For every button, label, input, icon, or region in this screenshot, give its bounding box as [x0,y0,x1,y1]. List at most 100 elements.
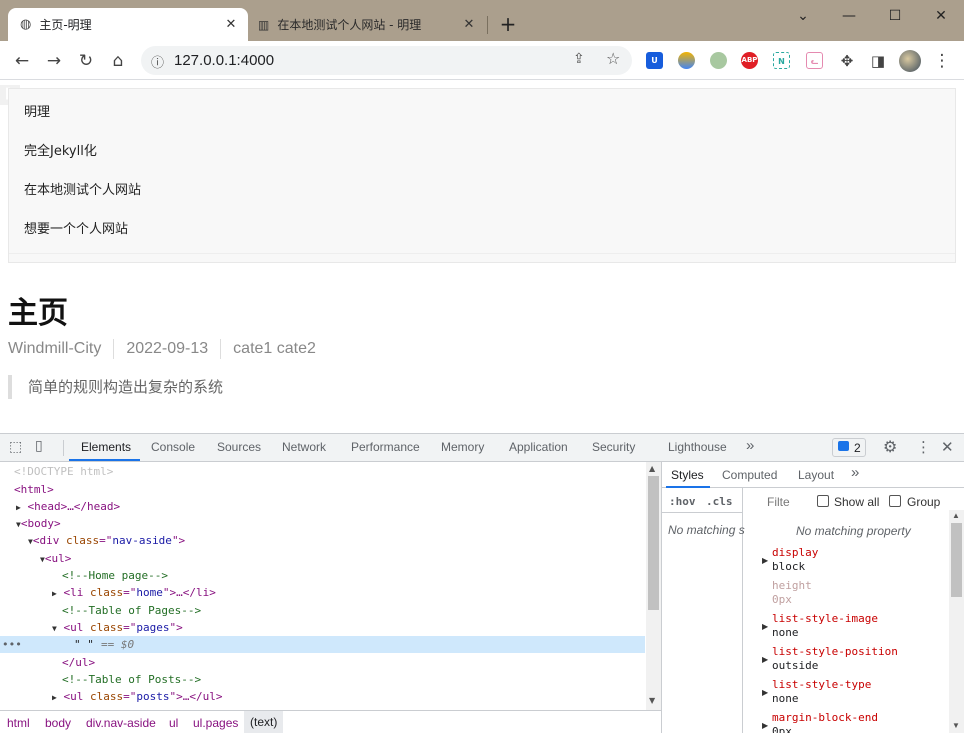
cls-toggle[interactable]: .cls [706,495,733,508]
scrollbar-thumb[interactable] [648,476,659,610]
device-toolbar-icon[interactable]: ▯ [35,438,43,454]
tab-console[interactable]: Console [151,440,195,454]
close-tab-icon[interactable]: ✕ [458,17,480,32]
extensions-puzzle-icon[interactable]: ✥ [835,49,859,73]
dom-scrollbar[interactable]: ▲ ▼ [646,462,661,710]
tab-styles[interactable]: Styles [671,468,704,482]
notion-extension-icon[interactable]: N [773,52,790,69]
collapse-arrow-icon[interactable]: ▼ [52,624,57,633]
shield-extension-icon[interactable] [678,52,695,69]
tab-network[interactable]: Network [282,440,326,454]
dom-node[interactable]: </ul> [62,654,95,671]
dom-node[interactable]: <!--Table of Pages--> [62,602,201,619]
group-checkbox[interactable] [889,495,901,507]
dom-node[interactable]: <!--Table of Posts--> [62,671,201,688]
expand-arrow-icon[interactable]: ▶ [762,622,768,631]
new-tab-button[interactable]: + [498,12,518,36]
crumb-ul-pages[interactable]: ul.pages [193,716,238,730]
expand-arrow-icon[interactable]: ▶ [762,556,768,565]
crumb-div[interactable]: div.nav-aside [86,716,156,730]
minimize-button[interactable]: — [826,4,872,28]
node-menu-icon[interactable]: ••• [2,636,22,653]
settings-gear-icon[interactable]: ⚙ [883,437,897,456]
scroll-down-icon[interactable]: ▼ [952,721,960,730]
bitwarden-icon[interactable]: U [646,52,663,69]
computed-property[interactable]: margin-block-end 0px [772,711,878,733]
share-icon[interactable]: ⇪ [573,51,585,67]
crumb-body[interactable]: body [45,716,71,730]
nav-item-page[interactable]: 完全Jekyll化 [24,140,97,159]
expand-arrow-icon[interactable]: ▶ [762,655,768,664]
post-categories[interactable]: cate1 cate2 [233,340,316,358]
devtools-menu-icon[interactable]: ⋮ [916,438,931,456]
tab-security[interactable]: Security [592,440,635,454]
cat-extension-icon[interactable]: ᓚ [806,52,823,69]
dom-node[interactable]: <!--Home page--> [62,567,168,584]
more-tabs-icon[interactable]: » [746,437,754,454]
author[interactable]: Windmill-City [8,340,101,358]
menu-kebab-icon[interactable]: ⋮ [930,49,954,73]
scroll-down-icon[interactable]: ▼ [649,696,655,705]
dom-node[interactable]: ▶ <ul class="posts">…</ul> [52,688,222,705]
bookmark-star-icon[interactable]: ☆ [606,49,620,68]
inspect-element-icon[interactable]: ⬚ [9,439,22,455]
dom-node[interactable]: ▶ <head>…</head> [16,498,120,515]
expand-arrow-icon[interactable]: ▶ [52,693,57,702]
dom-node[interactable]: ▼<ul> [40,550,71,567]
dom-node[interactable]: ▼<div class="nav-aside"> [28,532,185,549]
dom-node[interactable]: ▼<body> [16,515,61,532]
green-extension-icon[interactable] [710,52,727,69]
tab-computed[interactable]: Computed [722,468,777,482]
computed-property[interactable]: height 0px [772,579,812,607]
tab-performance[interactable]: Performance [351,440,420,454]
tab-home[interactable]: ◍ 主页-明理 ✕ [8,8,248,41]
close-devtools-icon[interactable]: ✕ [941,438,954,456]
computed-scrollbar[interactable]: ▲ ▼ [949,510,964,733]
scrollbar-thumb[interactable] [951,523,962,597]
dom-node[interactable]: ▼ <ul class="pages"> [52,619,183,636]
crumb-text[interactable]: (text) [244,711,284,733]
more-tabs-icon[interactable]: » [851,464,859,481]
computed-property[interactable]: list-style-position outside [772,645,898,673]
close-window-button[interactable]: ✕ [918,4,964,28]
hov-toggle[interactable]: :hov [669,495,696,508]
tab-elements[interactable]: Elements [81,440,131,454]
scroll-up-icon[interactable]: ▲ [649,464,655,473]
dom-node[interactable]: <html> [14,481,54,498]
computed-property[interactable]: list-style-type none [772,678,871,706]
forward-icon[interactable]: → [42,49,66,73]
computed-property[interactable]: list-style-image none [772,612,878,640]
tab-sources[interactable]: Sources [217,440,261,454]
address-bar[interactable]: ⓘ 127.0.0.1:4000 ⇪ ☆ [141,46,632,75]
dom-node[interactable]: <!DOCTYPE html> [14,463,113,480]
nav-item-post[interactable]: 想要一个个人网站 [24,218,128,237]
site-info-icon[interactable]: ⓘ [151,52,164,71]
nav-item-post[interactable]: 在本地测试个人网站 [24,179,141,198]
expand-arrow-icon[interactable]: ▶ [762,688,768,697]
dom-node[interactable]: ▶ <li class="home">…</li> [52,584,216,601]
crumb-ul[interactable]: ul [169,716,178,730]
reload-icon[interactable]: ↻ [74,49,98,73]
expand-arrow-icon[interactable]: ▶ [52,589,57,598]
profile-avatar[interactable] [899,50,921,72]
computed-property[interactable]: display block [772,546,818,574]
scroll-up-icon[interactable]: ▲ [952,511,960,520]
tab-local-test[interactable]: ▥ 在本地测试个人网站 - 明理 ✕ [250,8,486,41]
tab-application[interactable]: Application [509,440,568,454]
expand-arrow-icon[interactable]: ▶ [762,721,768,730]
tab-search-icon[interactable]: ⌄ [780,4,826,28]
side-panel-icon[interactable]: ◨ [866,49,890,73]
nav-item-home[interactable]: 明理 [24,101,50,120]
expand-arrow-icon[interactable]: ▶ [16,503,21,512]
maximize-button[interactable]: ☐ [872,4,918,28]
tab-memory[interactable]: Memory [441,440,484,454]
back-icon[interactable]: ← [10,49,34,73]
show-all-checkbox[interactable] [817,495,829,507]
crumb-html[interactable]: html [7,716,30,730]
selected-dom-node[interactable]: ••• " " == $0 [0,636,645,653]
adblock-icon[interactable]: ABP [741,52,758,69]
issues-button[interactable]: 2 [832,438,866,457]
close-tab-icon[interactable]: ✕ [220,17,242,32]
filter-input[interactable]: Filte [767,495,790,509]
tab-lighthouse[interactable]: Lighthouse [668,440,727,454]
